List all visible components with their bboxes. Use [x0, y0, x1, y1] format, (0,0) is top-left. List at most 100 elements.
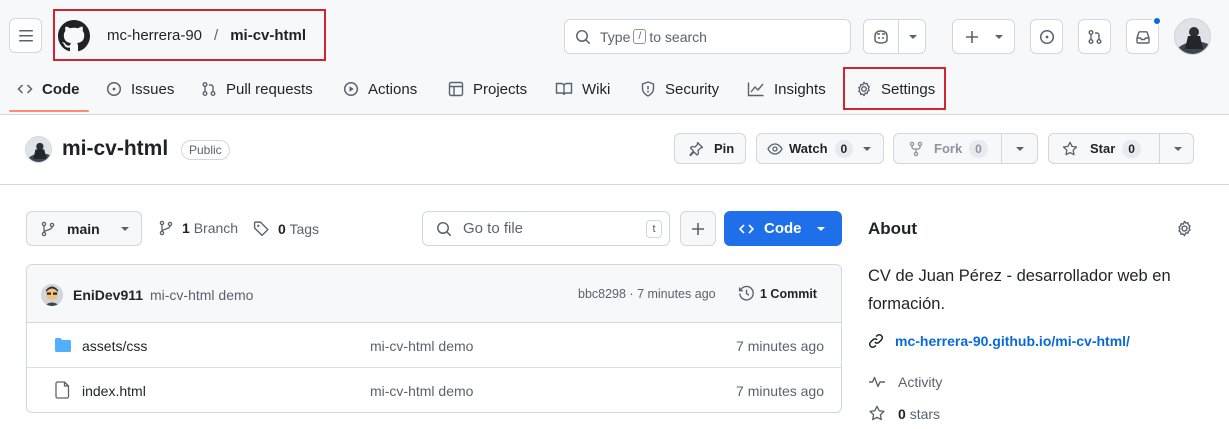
pull-request-icon — [202, 82, 216, 96]
file-time: 7 minutes ago — [736, 383, 824, 399]
search-shortcut-key: / — [633, 29, 647, 44]
table-row[interactable]: assets/css mi-cv-html demo 7 minutes ago — [27, 323, 841, 368]
file-commit-message[interactable]: mi-cv-html demo — [370, 383, 473, 399]
file-name[interactable]: index.html — [82, 383, 146, 399]
tab-insights[interactable]: Insights — [747, 70, 826, 108]
repo-title[interactable]: mi-cv-html — [62, 137, 168, 161]
chevron-down-icon — [816, 226, 825, 231]
search-icon — [576, 29, 591, 44]
watch-count: 0 — [834, 139, 854, 158]
commits-link[interactable]: 1 Commit — [738, 285, 817, 302]
pulse-icon — [869, 376, 885, 388]
code-icon — [17, 84, 33, 94]
breadcrumb-separator: / — [214, 27, 219, 44]
website-link[interactable]: mc-herrera-90.github.io/mi-cv-html/ — [895, 333, 1130, 349]
watch-button[interactable]: Watch 0 — [756, 133, 884, 164]
repo-breadcrumb: mc-herrera-90 / mi-cv-html — [107, 27, 306, 44]
tab-wiki[interactable]: Wiki — [555, 70, 610, 108]
search-prefix: Type — [600, 28, 631, 45]
go-to-file-shortcut: t — [646, 220, 662, 238]
inbox-icon — [1135, 30, 1150, 44]
about-heading: About — [868, 219, 918, 238]
copilot-button[interactable] — [863, 19, 926, 54]
fork-button[interactable]: Fork 0 — [893, 133, 1038, 164]
commit-message[interactable]: mi-cv-html demo — [150, 287, 253, 303]
notification-dot — [1152, 16, 1162, 26]
eye-icon — [767, 142, 783, 155]
pin-icon — [689, 141, 704, 156]
pin-button[interactable]: Pin — [674, 133, 746, 164]
global-header: mc-herrera-90 / mi-cv-html Type / to sea… — [0, 0, 1229, 115]
fork-count: 0 — [969, 139, 988, 158]
tab-issues[interactable]: Issues — [106, 70, 174, 108]
chevron-down-icon — [994, 34, 1003, 39]
repo-avatar — [25, 136, 52, 163]
chevron-down-icon — [863, 146, 872, 151]
tag-icon — [253, 221, 269, 237]
code-dropdown-button[interactable]: Code — [724, 211, 842, 246]
star-icon — [869, 405, 885, 421]
tab-pull-requests[interactable]: Pull requests — [201, 70, 313, 108]
file-name[interactable]: assets/css — [82, 338, 147, 354]
search-icon — [437, 221, 452, 236]
search-input[interactable]: Type / to search — [564, 19, 851, 54]
tags-link[interactable]: 0 Tags — [253, 220, 319, 237]
shield-icon — [641, 81, 655, 97]
file-browser: EniDev911 mi-cv-html demo bbc8298 · 7 mi… — [26, 264, 842, 413]
star-count: 0 — [1122, 139, 1141, 158]
plus-icon — [692, 222, 704, 235]
issue-circle-icon — [1039, 29, 1054, 44]
issue-circle-icon — [106, 81, 122, 97]
branches-link[interactable]: 1 Branch — [158, 220, 238, 236]
branch-selector[interactable]: main — [26, 211, 142, 246]
tab-code[interactable]: Code — [17, 70, 80, 108]
search-suffix: to search — [649, 28, 707, 45]
go-to-file-placeholder: Go to file — [463, 220, 524, 237]
file-time: 7 minutes ago — [736, 338, 824, 354]
repo-nav: Code Issues Pull requests Actions Projec… — [0, 70, 1229, 108]
tab-actions[interactable]: Actions — [343, 70, 417, 108]
chevron-down-icon — [1016, 147, 1024, 151]
hamburger-icon — [18, 29, 33, 41]
commit-author[interactable]: EniDev911 — [73, 287, 143, 303]
folder-icon — [55, 338, 71, 352]
pull-request-icon — [1088, 29, 1101, 44]
repo-link[interactable]: mi-cv-html — [230, 27, 306, 44]
play-circle-icon — [343, 81, 359, 97]
commit-hash-time[interactable]: bbc8298 · 7 minutes ago — [578, 287, 716, 301]
star-button[interactable]: Star 0 — [1048, 133, 1194, 164]
gear-icon — [1178, 220, 1191, 237]
chevron-down-icon — [1174, 147, 1182, 151]
activity-link[interactable]: Activity — [868, 374, 942, 390]
latest-commit-row: EniDev911 mi-cv-html demo bbc8298 · 7 mi… — [27, 265, 841, 323]
visibility-badge: Public — [181, 140, 230, 160]
pull-requests-button[interactable] — [1078, 19, 1111, 54]
plus-icon — [965, 30, 978, 43]
go-to-file-input[interactable]: Go to file t — [422, 211, 670, 246]
add-file-button[interactable] — [680, 211, 716, 246]
book-icon — [555, 82, 573, 96]
table-row[interactable]: index.html mi-cv-html demo 7 minutes ago — [27, 368, 841, 412]
code-icon — [738, 223, 755, 234]
file-commit-message[interactable]: mi-cv-html demo — [370, 338, 473, 354]
owner-link[interactable]: mc-herrera-90 — [107, 27, 202, 44]
about-description: CV de Juan Pérez - desarrollador web en … — [868, 267, 1171, 313]
branch-icon — [41, 221, 55, 236]
link-icon — [868, 333, 884, 349]
settings-highlight — [843, 67, 946, 110]
about-settings-button[interactable] — [1176, 220, 1193, 237]
menu-button[interactable] — [9, 18, 42, 53]
active-tab-indicator — [9, 110, 89, 112]
stars-link[interactable]: 0 stars — [868, 405, 940, 422]
history-icon — [738, 285, 754, 301]
tab-security[interactable]: Security — [640, 70, 719, 108]
issues-button[interactable] — [1030, 19, 1063, 54]
github-logo-icon[interactable] — [58, 20, 90, 52]
copilot-icon — [874, 29, 888, 44]
about-website[interactable]: mc-herrera-90.github.io/mi-cv-html/ — [868, 333, 1130, 349]
star-icon — [1062, 141, 1078, 155]
create-new-button[interactable] — [952, 19, 1015, 54]
tab-projects[interactable]: Projects — [448, 70, 527, 108]
table-icon — [448, 81, 464, 97]
avatar[interactable] — [1174, 18, 1211, 55]
